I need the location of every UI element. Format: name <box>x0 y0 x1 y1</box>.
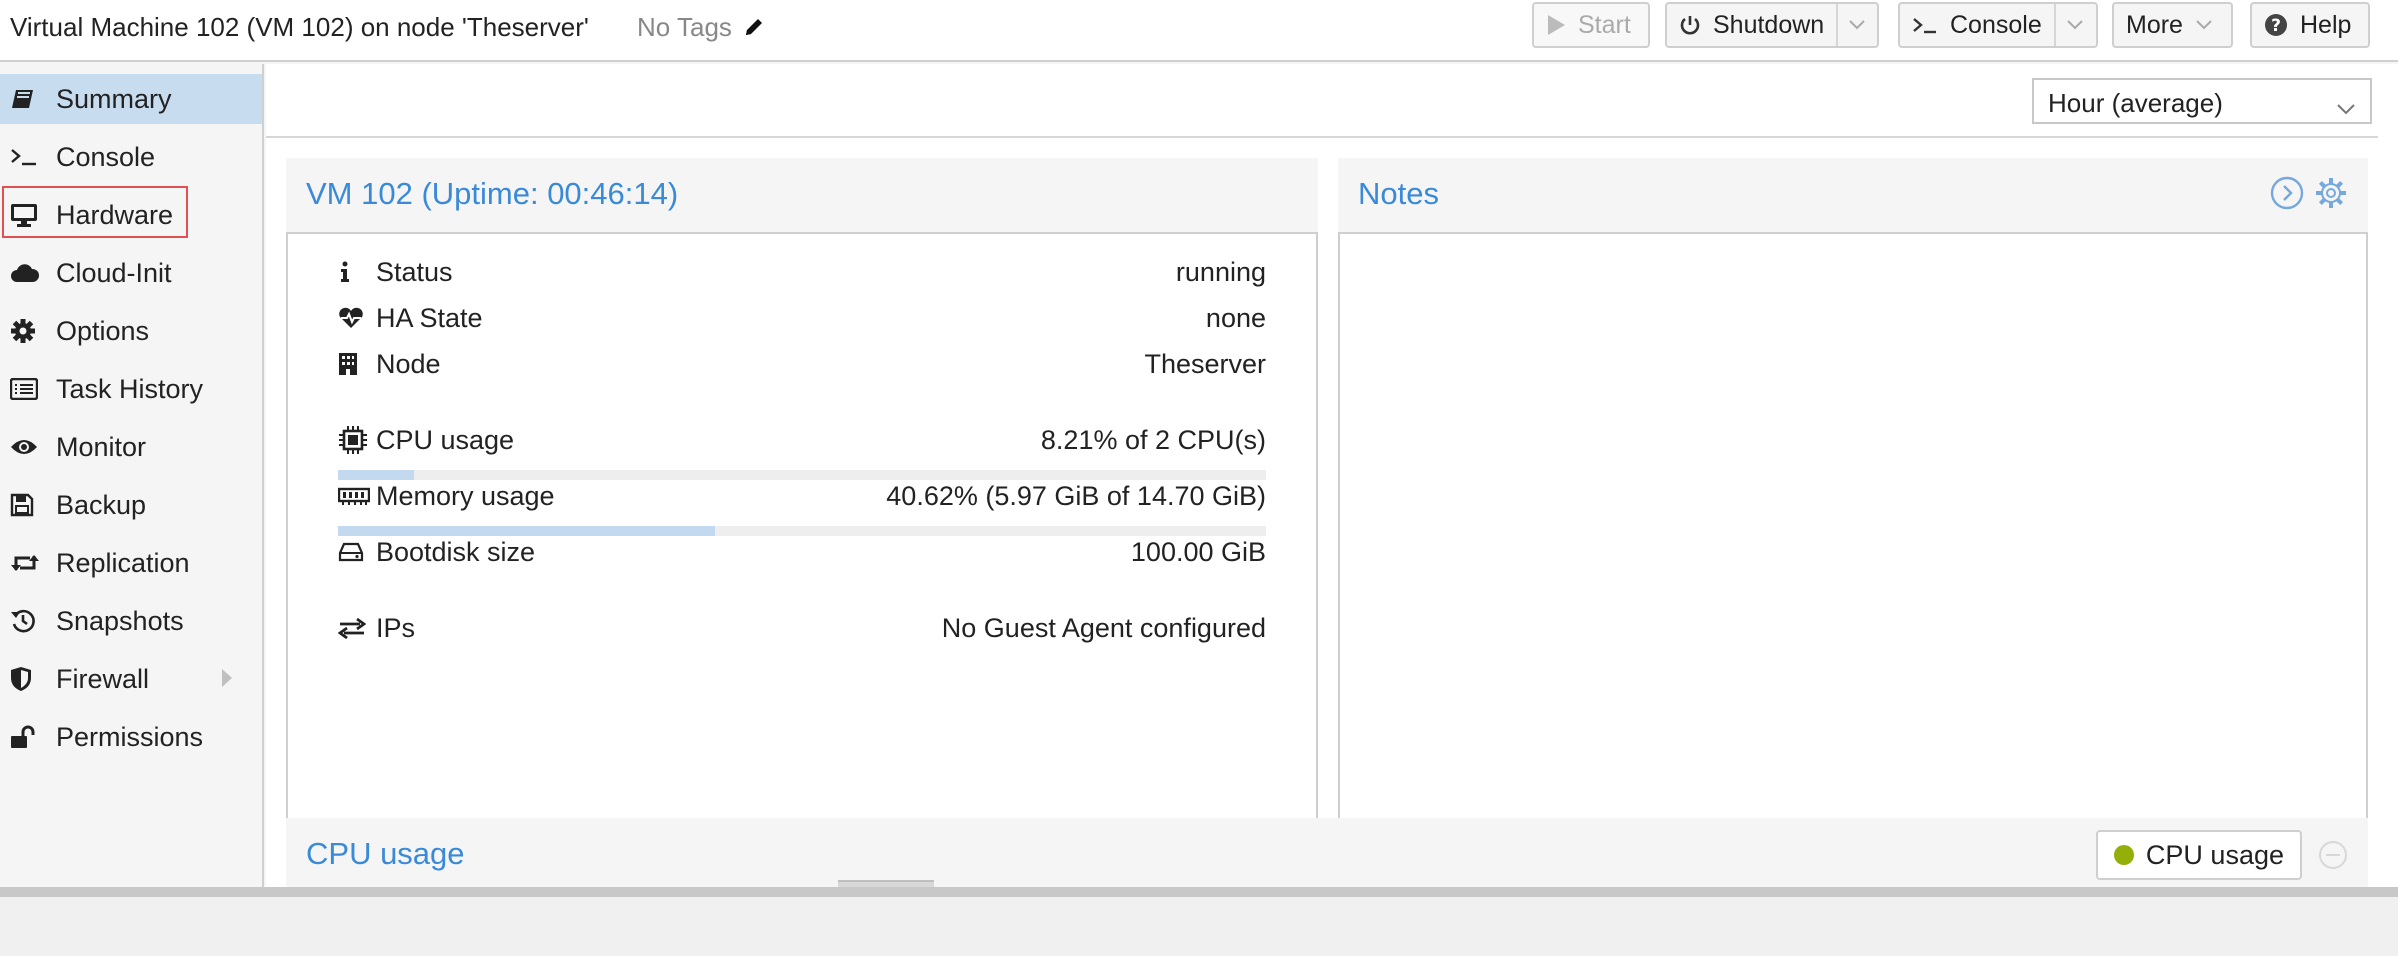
sidebar-item-hardware[interactable]: Hardware <box>0 186 262 240</box>
cpu-chart-title: CPU usage <box>286 818 2368 887</box>
terminal-icon <box>10 142 46 172</box>
memory-icon <box>338 486 370 506</box>
cpu-usage-row: CPU usage 8.21% of 2 CPU(s) <box>338 420 1266 460</box>
sidebar-item-console[interactable]: Console <box>0 132 262 182</box>
sidebar-item-replication[interactable]: Replication <box>0 538 262 588</box>
minus-circle-icon[interactable] <box>2318 840 2348 875</box>
cpu-chip-icon <box>338 425 370 455</box>
chevron-down-icon <box>2195 19 2213 31</box>
chevron-down-icon <box>2336 92 2356 123</box>
list-icon <box>10 374 46 404</box>
main-content: Hour (average) VM 102 (Uptime: 00:46:14)… <box>266 64 2398 887</box>
ips-row: IPs No Guest Agent configured <box>338 608 1266 648</box>
console-button[interactable]: Console <box>1898 2 2098 48</box>
gear-icon[interactable] <box>2314 176 2348 215</box>
exchange-icon <box>338 617 370 639</box>
terminal-icon <box>1912 15 1938 35</box>
chevron-down-icon <box>2067 20 2083 30</box>
sidebar-item-backup[interactable]: Backup <box>0 480 262 530</box>
sidebar-item-permissions[interactable]: Permissions <box>0 712 262 762</box>
question-circle-icon: ? <box>2264 13 2288 37</box>
log-panel-region <box>0 887 2398 956</box>
retweet-icon <box>10 548 46 578</box>
svg-text:?: ? <box>2271 16 2281 36</box>
sidebar-item-options[interactable]: Options <box>0 306 262 356</box>
sidebar-item-firewall[interactable]: Firewall <box>0 654 262 704</box>
top-toolbar: Virtual Machine 102 (VM 102) on node 'Th… <box>0 0 2398 62</box>
history-icon <box>10 606 46 636</box>
shield-icon <box>10 664 46 694</box>
help-button[interactable]: ? Help <box>2250 2 2370 48</box>
shutdown-menu-toggle[interactable] <box>1836 4 1866 46</box>
book-icon <box>10 84 46 114</box>
more-button[interactable]: More <box>2112 2 2233 48</box>
sidebar-item-summary[interactable]: Summary <box>0 74 262 124</box>
tags-label: No Tags <box>637 12 732 42</box>
chevron-down-icon <box>1849 20 1865 30</box>
status-panel-body: Status running HA State none Node Theser… <box>286 232 1318 862</box>
status-row: Status running <box>338 252 1266 292</box>
collapse-toggle-icon[interactable] <box>2270 176 2304 215</box>
unlock-icon <box>10 722 46 752</box>
sidebar-item-monitor[interactable]: Monitor <box>0 422 262 472</box>
building-icon <box>338 352 370 376</box>
hdd-icon <box>338 542 370 562</box>
expand-arrow-icon[interactable] <box>222 669 232 687</box>
pencil-icon[interactable] <box>743 16 765 38</box>
legend-color-swatch <box>2113 845 2134 865</box>
play-icon <box>1546 14 1566 36</box>
sidebar-item-snapshots[interactable]: Snapshots <box>0 596 262 646</box>
info-icon <box>338 261 370 283</box>
timeframe-select[interactable]: Hour (average) <box>2032 78 2372 124</box>
gear-icon <box>10 316 46 346</box>
shutdown-button[interactable]: Shutdown <box>1665 2 1879 48</box>
cpu-chart-panel: CPU usage CPU usage <box>286 818 2368 887</box>
floppy-icon <box>10 490 46 520</box>
notes-body[interactable] <box>1338 232 2368 862</box>
power-icon <box>1679 14 1701 36</box>
node-row: Node Theserver <box>338 344 1266 384</box>
ha-state-row: HA State none <box>338 298 1266 338</box>
eye-icon <box>10 432 46 462</box>
memory-usage-row: Memory usage 40.62% (5.97 GiB of 14.70 G… <box>338 476 1266 516</box>
cpu-chart-legend-button[interactable]: CPU usage <box>2095 830 2302 880</box>
vm-title: Virtual Machine 102 (VM 102) on node 'Th… <box>10 12 589 42</box>
notes-panel-title: Notes <box>1338 158 2368 232</box>
notes-panel: Notes <box>1338 158 2368 862</box>
cloud-icon <box>10 258 46 288</box>
sidebar-item-cloud-init[interactable]: Cloud-Init <box>0 248 262 298</box>
selection-highlight-box <box>2 186 188 238</box>
sidebar: Summary Console Hardware Cloud-Init Opti… <box>0 64 264 887</box>
status-panel: VM 102 (Uptime: 00:46:14) Status running… <box>286 158 1318 862</box>
console-menu-toggle[interactable] <box>2053 4 2084 46</box>
sidebar-item-task-history[interactable]: Task History <box>0 364 262 414</box>
bootdisk-row: Bootdisk size 100.00 GiB <box>338 532 1266 572</box>
tags-editor[interactable]: No Tags <box>637 12 765 43</box>
timeframe-toolbar: Hour (average) <box>266 64 2378 138</box>
status-panel-title: VM 102 (Uptime: 00:46:14) <box>286 158 1318 232</box>
heartbeat-icon <box>338 307 370 329</box>
start-button[interactable]: Start <box>1532 2 1650 48</box>
